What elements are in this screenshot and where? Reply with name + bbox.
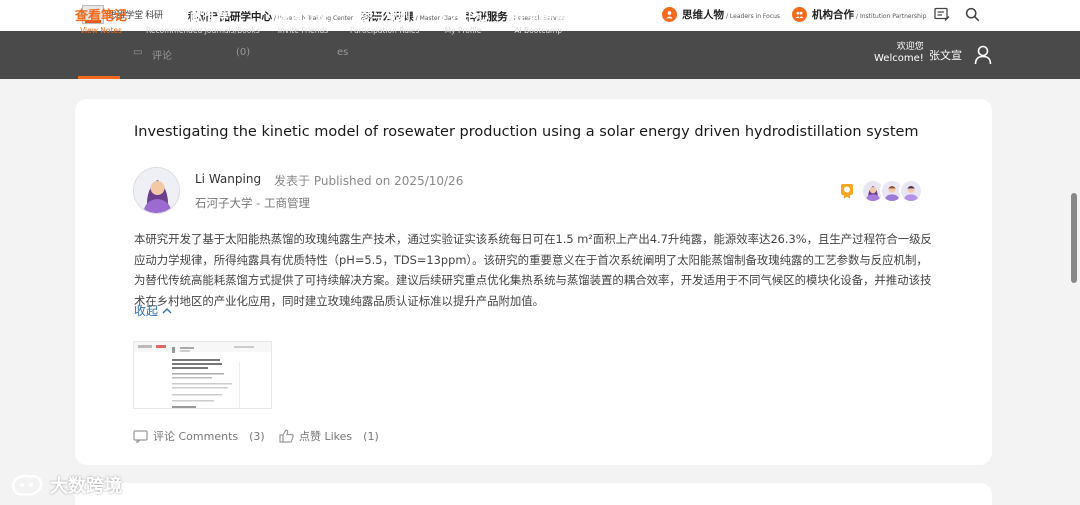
welcome-text: 欢迎您 Welcome! xyxy=(874,42,924,64)
watermark-logo-icon xyxy=(11,474,43,496)
user-profile-icon[interactable] xyxy=(974,45,992,65)
collapse-button[interactable]: 收起 xyxy=(134,302,172,319)
nav-ghost-count: (0) xyxy=(236,47,251,58)
author-avatar-illustration xyxy=(134,168,179,213)
document-preview-graphic xyxy=(134,342,271,408)
watermark: 大数跨境 xyxy=(10,472,122,498)
comments-button[interactable]: 评论 Comments (3) xyxy=(133,428,265,444)
note-card: Investigating the kinetic model of rosew… xyxy=(75,99,992,465)
comment-icon xyxy=(133,429,148,443)
attachment-thumbnail[interactable] xyxy=(133,341,272,409)
author-affiliation: 石河子大学 - 工商管理 xyxy=(195,196,310,210)
participant-avatar[interactable] xyxy=(899,179,923,203)
watermark-text: 大数跨境 xyxy=(50,476,122,497)
chevron-up-icon xyxy=(162,308,172,314)
award-badge-icon xyxy=(841,184,853,199)
top-link-leaders[interactable]: 思维人物 / Leaders in Focus xyxy=(682,7,780,22)
note-abstract: 本研究开发了基于太阳能热蒸馏的玫瑰纯露生产技术，通过实验证实该系统每日可在1.5… xyxy=(134,232,932,308)
author-name[interactable]: Li Wanping xyxy=(195,172,261,186)
top-right-links: 思维人物 / Leaders in Focus 机构合作 / Instituti… xyxy=(662,7,938,22)
tab-recommended[interactable]: 文献推荐 Recommended Journals/Books xyxy=(146,9,260,37)
tab-my-profile[interactable]: 个人中心 My Profile xyxy=(437,9,489,37)
note-title[interactable]: Investigating the kinetic model of rosew… xyxy=(134,124,919,140)
message-edit-icon[interactable] xyxy=(934,7,950,22)
next-note-card xyxy=(75,483,992,505)
participant-avatars xyxy=(861,179,923,203)
active-tab-indicator xyxy=(78,76,120,79)
tab-view-notes[interactable]: 查看笔记 View Notes xyxy=(75,9,127,37)
institution-icon xyxy=(792,7,808,22)
scrollbar-thumb[interactable] xyxy=(1071,193,1077,283)
search-icon[interactable] xyxy=(965,7,980,22)
tab-participation-rules[interactable]: 参与规则 Participation Rules xyxy=(350,9,419,37)
like-button[interactable]: 点赞 Likes (1) xyxy=(279,428,379,444)
thumbs-up-icon xyxy=(279,429,294,443)
top-link-institution[interactable]: 机构合作 / Institution Partnership xyxy=(812,7,926,22)
nav-ghost-es: es xyxy=(337,47,349,58)
user-name[interactable]: 张文宣 xyxy=(929,47,962,63)
publish-date: 发表于 Published on 2025/10/26 xyxy=(274,174,464,188)
tab-invite-friends[interactable]: 邀请好友 Invite Friends xyxy=(277,9,329,37)
tab-ai-bootcamp[interactable]: AI 训练营 AI Bootcamp xyxy=(509,9,567,37)
nav-ghost-comment-icon: ▭ xyxy=(133,47,143,58)
scrollbar-track[interactable] xyxy=(1070,79,1080,505)
nav-ghost-comment: 评论 xyxy=(152,51,172,62)
author-avatar[interactable] xyxy=(133,167,180,214)
leaders-icon xyxy=(662,7,677,22)
